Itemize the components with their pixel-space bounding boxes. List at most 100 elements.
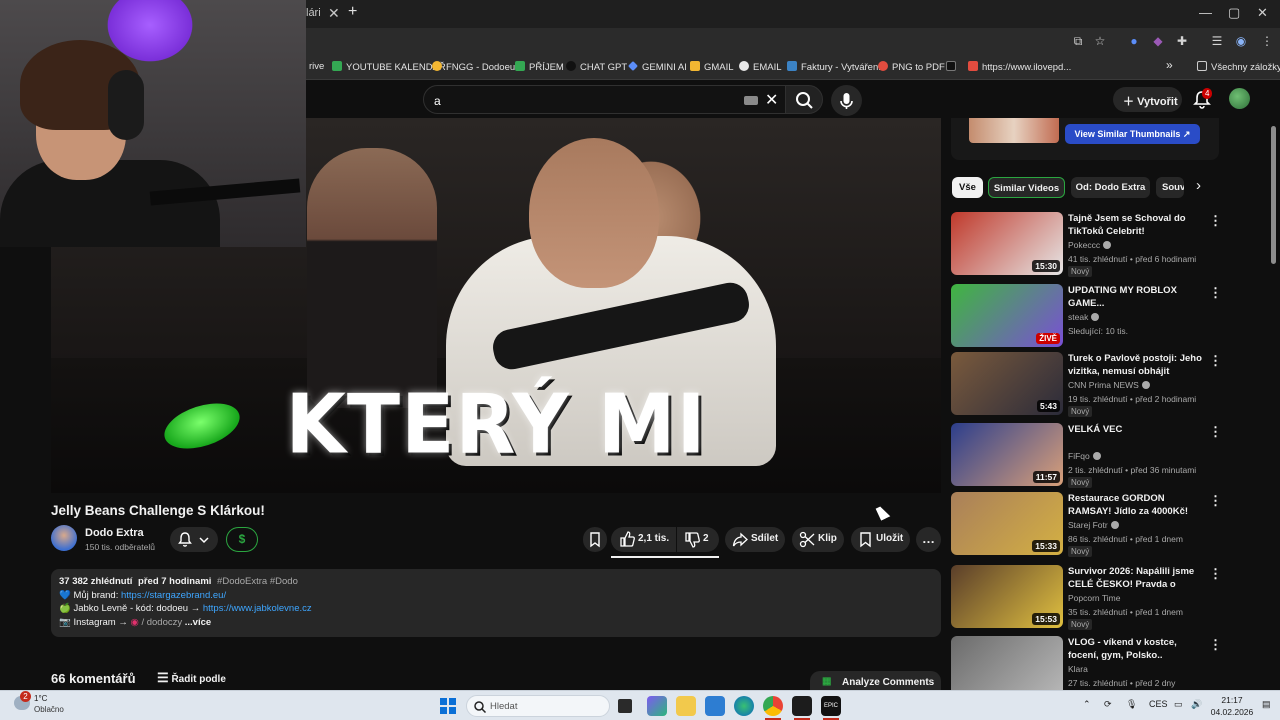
install-app-icon[interactable]: ⧉ xyxy=(1070,34,1086,49)
recommendation-title[interactable]: Turek o Pavlově postoji: Jeho vizitka, n… xyxy=(1068,352,1206,378)
all-bookmarks-folder[interactable]: Všechny záložky xyxy=(1197,61,1280,73)
recommendation-thumbnail[interactable]: ŽIVĚ xyxy=(951,284,1063,347)
extension-icon[interactable]: ● xyxy=(1126,34,1142,48)
recommendation-channel[interactable]: Popcorn Time xyxy=(1068,593,1120,603)
new-tab-button[interactable]: + xyxy=(348,3,357,21)
bookmark-item[interactable]: PŘÍJEM xyxy=(515,61,564,73)
recommendation-title[interactable]: Tajně Jsem se Schoval do TikToků Celebri… xyxy=(1068,212,1206,238)
bookmark-item[interactable]: FNGG - Dodoeu xyxy=(432,61,515,73)
chevron-right-icon[interactable]: › xyxy=(1196,177,1201,194)
bookmark-item[interactable] xyxy=(946,61,960,73)
brand-link[interactable]: https://stargazebrand.eu/ xyxy=(121,590,226,601)
bookmark-item[interactable]: rive xyxy=(309,61,324,72)
bookmark-item[interactable]: GEMINI AI xyxy=(628,61,687,73)
search-query[interactable]: a xyxy=(434,94,441,108)
hashtags[interactable]: #DodoExtra #Dodo xyxy=(217,576,298,587)
weather-temperature[interactable]: 1°C xyxy=(34,694,47,703)
tray-app-icon[interactable]: ⟳ xyxy=(1104,699,1112,710)
more-vertical-icon[interactable]: ⋮ xyxy=(1209,637,1222,653)
search-button[interactable] xyxy=(785,85,823,114)
recommendation-item[interactable]: 5:43 Turek o Pavlově postoji: Jeho vizitk… xyxy=(951,352,1222,417)
capcut-icon[interactable] xyxy=(792,696,812,716)
clip-button[interactable]: Klip xyxy=(792,527,844,552)
browser-menu-icon[interactable]: ⋮ xyxy=(1259,34,1275,48)
channel-name[interactable]: Dodo Extra xyxy=(85,527,144,539)
bookmark-item[interactable]: PNG to PDF xyxy=(878,61,945,73)
chip-related[interactable]: Souv xyxy=(1156,177,1184,198)
edge-icon[interactable] xyxy=(734,696,754,716)
save-watch-later-button[interactable] xyxy=(583,527,607,552)
file-explorer-icon[interactable] xyxy=(676,696,696,716)
minimize-button[interactable]: — xyxy=(1199,5,1212,20)
bookmark-item[interactable]: Faktury - Vytváření xyxy=(787,61,881,73)
taskbar-clock[interactable]: 21:17 04.02.2026 xyxy=(1210,694,1254,718)
create-button[interactable]: ＋ Vytvořit xyxy=(1113,87,1182,112)
recommendation-title[interactable]: VELKÁ VEC xyxy=(1068,423,1206,436)
chip-from-channel[interactable]: Od: Dodo Extra xyxy=(1071,177,1150,198)
recommendation-channel[interactable]: Starej Fotr xyxy=(1068,520,1119,530)
chip-similar-videos[interactable]: Similar Videos xyxy=(988,177,1065,198)
more-vertical-icon[interactable]: ⋮ xyxy=(1209,213,1222,229)
recommendation-channel[interactable]: FiFqo xyxy=(1068,451,1101,461)
user-avatar[interactable] xyxy=(1229,88,1250,109)
recommendation-thumbnail[interactable]: 15:30 xyxy=(951,212,1063,275)
profile-icon[interactable]: ◉ xyxy=(1233,34,1249,48)
reading-list-icon[interactable]: ☰ xyxy=(1209,34,1225,48)
recommendation-item[interactable]: 15:30 Tajně Jsem se Schoval do TikToků Ce… xyxy=(951,212,1222,277)
dislike-button[interactable]: 2 xyxy=(677,527,719,552)
windows-start-button[interactable] xyxy=(440,698,456,714)
store-icon[interactable] xyxy=(705,696,725,716)
tab-close-icon[interactable]: ✕ xyxy=(328,5,340,22)
tray-expand-icon[interactable]: ⌃ xyxy=(1083,699,1091,710)
clear-search-icon[interactable]: ✕ xyxy=(765,90,778,110)
bookmark-item[interactable]: YOUTUBE KALENDÁŘ xyxy=(332,61,446,73)
tray-microphone-icon[interactable]: 🎙 xyxy=(1126,699,1137,710)
active-tab-title[interactable]: lári xyxy=(306,7,321,19)
volume-icon[interactable]: 🔊 xyxy=(1191,699,1202,710)
recommendation-title[interactable]: Survivor 2026: Napálili jsme CELÉ ČESKO!… xyxy=(1068,565,1206,591)
more-vertical-icon[interactable]: ⋮ xyxy=(1209,285,1222,301)
analyze-comments-button[interactable]: ▦ Analyze Comments xyxy=(810,671,941,691)
recommendation-item[interactable]: 11:57 VELKÁ VEC FiFqo 2 tis. zhlédnutí • př… xyxy=(951,423,1222,488)
network-icon[interactable]: ▭ xyxy=(1174,699,1183,710)
save-button[interactable]: Uložit xyxy=(851,527,910,552)
chip-all[interactable]: Vše xyxy=(952,177,983,198)
epic-games-icon[interactable]: EPIC xyxy=(821,696,841,716)
recommendation-thumbnail[interactable]: 15:33 xyxy=(951,492,1063,555)
recommendation-title[interactable]: VLOG - víkend v kostce, focení, gym, Pol… xyxy=(1068,636,1206,662)
recommendation-thumbnail[interactable]: 5:43 xyxy=(951,352,1063,415)
weather-condition[interactable]: Oblačno xyxy=(34,705,64,714)
recommendation-title[interactable]: Restaurace GORDON RAMSAY! Jídlo za 4000K… xyxy=(1068,492,1206,518)
bookmark-item[interactable]: CHAT GPT xyxy=(566,61,627,73)
keyboard-icon[interactable] xyxy=(744,96,758,105)
bookmark-item[interactable]: GMAIL xyxy=(690,61,734,73)
notification-center-icon[interactable]: ▤ xyxy=(1262,699,1271,710)
view-similar-thumbnails-button[interactable]: View Similar Thumbnails ↗ xyxy=(1065,124,1200,144)
similar-thumbnail-preview[interactable] xyxy=(969,118,1059,143)
task-view-icon[interactable] xyxy=(618,699,632,713)
taskbar-search-input[interactable]: Hledat xyxy=(466,695,610,717)
video-description[interactable]: 37 382 zhlédnutí před 7 hodinami #DodoEx… xyxy=(51,569,941,637)
recommendation-channel[interactable]: Klara xyxy=(1068,664,1088,674)
sort-comments-button[interactable]: ☰ Řadit podle xyxy=(157,670,226,686)
bookmark-item[interactable]: https://www.ilovepd... xyxy=(968,61,1071,73)
recommendation-item[interactable]: ŽIVĚ UPDATING MY ROBLOX GAME... steak Sledu… xyxy=(951,284,1222,348)
jabko-link[interactable]: https://www.jabkolevne.cz xyxy=(203,603,312,614)
more-vertical-icon[interactable]: ⋮ xyxy=(1209,424,1222,440)
close-window-button[interactable]: ✕ xyxy=(1257,5,1268,21)
extensions-puzzle-icon[interactable]: ✚ xyxy=(1174,34,1190,48)
join-button[interactable]: $ xyxy=(226,527,258,552)
extension-icon[interactable]: ◆ xyxy=(1150,34,1166,48)
recommendation-item[interactable]: 15:33 Restaurace GORDON RAMSAY! Jídlo za … xyxy=(951,492,1222,557)
copilot-icon[interactable] xyxy=(647,696,667,716)
bookmark-item[interactable]: EMAIL xyxy=(739,61,782,73)
channel-avatar[interactable] xyxy=(51,525,77,551)
recommendation-thumbnail[interactable]: 11:57 xyxy=(951,423,1063,486)
recommendation-title[interactable]: UPDATING MY ROBLOX GAME... xyxy=(1068,284,1206,310)
show-more-button[interactable]: ...více xyxy=(185,617,211,628)
voice-search-button[interactable] xyxy=(831,85,862,116)
bookmark-star-icon[interactable]: ☆ xyxy=(1092,34,1108,48)
more-actions-button[interactable]: … xyxy=(916,527,941,552)
more-vertical-icon[interactable]: ⋮ xyxy=(1209,566,1222,582)
recommendation-item[interactable]: 15:53 Survivor 2026: Napálili jsme CELÉ Č… xyxy=(951,565,1222,630)
